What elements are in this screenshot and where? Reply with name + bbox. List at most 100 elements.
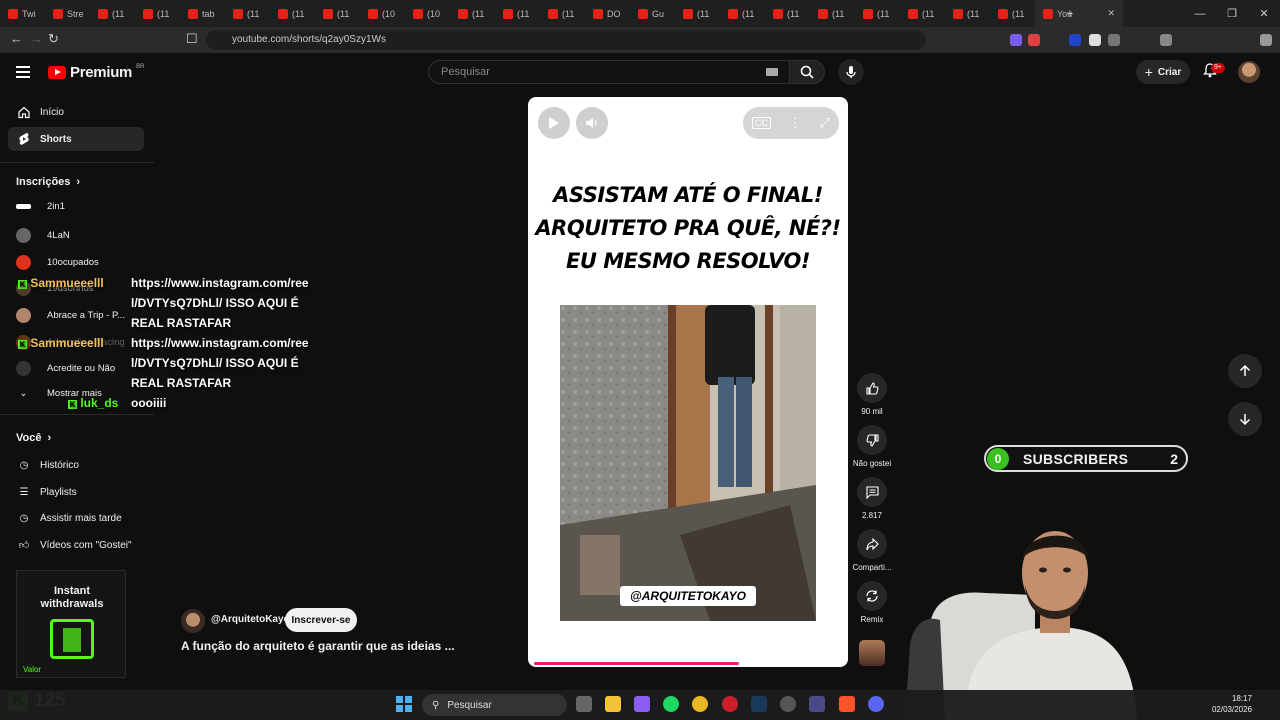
sidebar-channel[interactable]: Abrace a Trip - P... xyxy=(16,308,125,323)
steam-icon[interactable] xyxy=(751,696,767,712)
fullscreen-icon[interactable]: ⤢ xyxy=(820,115,830,131)
forward-icon[interactable]: → xyxy=(30,31,43,46)
browser-tab[interactable]: (11 xyxy=(315,0,360,27)
sound-thumbnail[interactable] xyxy=(859,640,885,666)
sidebar-channel[interactable]: 2in1 xyxy=(16,201,65,212)
sidebar-channel[interactable]: 10ocupados xyxy=(16,255,99,270)
browser-tab[interactable]: (10 xyxy=(360,0,405,27)
browser-menu-icon[interactable] xyxy=(1260,34,1272,46)
close-window-icon[interactable]: ✕ xyxy=(1248,0,1280,27)
account-avatar[interactable] xyxy=(1238,61,1260,83)
browser-tab[interactable]: (11 xyxy=(990,0,1035,27)
minimize-icon[interactable]: — xyxy=(1184,0,1216,27)
next-short-button[interactable] xyxy=(1228,402,1262,436)
browser-tab[interactable]: (10 xyxy=(405,0,450,27)
app-icon[interactable] xyxy=(780,696,796,712)
browser-tab[interactable]: (11 xyxy=(495,0,540,27)
browser-tab[interactable]: Twi xyxy=(0,0,45,27)
like-button[interactable]: 90 mil xyxy=(848,373,896,416)
browser-tab[interactable]: (11 xyxy=(540,0,585,27)
keyboard-icon[interactable] xyxy=(766,68,778,76)
sidebar-item-watch-later[interactable]: ◷ Assistir mais tarde xyxy=(8,506,144,530)
short-description[interactable]: A função do arquiteto é garantir que as … xyxy=(181,639,455,653)
extensions-puzzle-icon[interactable] xyxy=(1108,34,1120,46)
sidebar-item-shorts[interactable]: Shorts xyxy=(8,127,144,151)
close-tab-icon[interactable]: ✕ xyxy=(1107,8,1115,19)
comments-button[interactable]: 2.817 xyxy=(848,477,896,520)
browser-tab[interactable]: tab xyxy=(180,0,225,27)
captions-icon[interactable]: CC xyxy=(751,117,771,129)
extension-icon[interactable] xyxy=(1089,34,1101,46)
windows-taskbar: ⚲ Pesquisar 18:17 02/03/2026 xyxy=(0,690,1280,720)
browser-tab[interactable]: (11 xyxy=(450,0,495,27)
browser-tab[interactable]: (11 xyxy=(855,0,900,27)
share-button[interactable]: Comparti... xyxy=(848,529,896,572)
app-icon[interactable] xyxy=(634,696,650,712)
browser-tab[interactable]: (11 xyxy=(90,0,135,27)
reload-icon[interactable]: ↻ xyxy=(48,31,59,47)
playback-progress-bar[interactable] xyxy=(534,662,740,665)
more-options-icon[interactable]: ⋮ xyxy=(789,115,802,131)
browser-tab[interactable]: DO xyxy=(585,0,630,27)
new-tab-icon[interactable]: + xyxy=(1054,0,1086,27)
address-bar[interactable]: youtube.com/shorts/q2ay0Szy1Ws xyxy=(206,30,926,50)
browser-tab[interactable]: Stre xyxy=(45,0,90,27)
windows-start-icon[interactable] xyxy=(396,696,412,712)
browser-tab[interactable]: (11 xyxy=(675,0,720,27)
taskbar-clock[interactable]: 18:17 02/03/2026 xyxy=(1206,693,1252,715)
youtube-premium-logo[interactable]: Premium BR xyxy=(48,64,144,81)
browser-tab[interactable]: (11 xyxy=(810,0,855,27)
create-button[interactable]: + Criar xyxy=(1136,60,1190,84)
back-icon[interactable]: ← xyxy=(10,31,23,46)
dislike-button[interactable]: Não gostei xyxy=(848,425,896,468)
previous-short-button[interactable] xyxy=(1228,354,1262,388)
sidebar-item-history[interactable]: ◷ Histórico xyxy=(8,453,144,477)
brave-icon[interactable] xyxy=(839,696,855,712)
sidebar-item-home[interactable]: Início xyxy=(8,100,144,124)
file-explorer-icon[interactable] xyxy=(605,696,621,712)
bookmark-icon[interactable]: ☐ xyxy=(186,31,198,47)
discord-icon[interactable] xyxy=(868,696,884,712)
subscribe-button[interactable]: Inscrever-se xyxy=(285,608,357,632)
browser-tab[interactable]: (11 xyxy=(720,0,765,27)
play-icon xyxy=(549,117,559,129)
search-button[interactable] xyxy=(789,60,825,84)
you-heading[interactable]: Você › xyxy=(16,432,51,444)
voice-search-button[interactable] xyxy=(838,59,864,85)
sidebar-item-liked-videos[interactable]: 👍︎ Vídeos com "Gostei" xyxy=(8,533,144,557)
hamburger-menu-icon[interactable] xyxy=(16,66,30,78)
sidebar-channel[interactable]: 4LaN xyxy=(16,228,70,243)
browser-tab[interactable]: (11 xyxy=(225,0,270,27)
tab-favicon-icon xyxy=(908,8,918,19)
tab-favicon-icon xyxy=(278,8,288,19)
taskbar-search[interactable]: ⚲ Pesquisar xyxy=(422,694,567,716)
extension-icon[interactable] xyxy=(1010,34,1022,46)
channel-name[interactable]: @ArquitetoKayo xyxy=(211,614,290,625)
spotify-icon[interactable] xyxy=(663,696,679,712)
browser-tab[interactable]: (11 xyxy=(945,0,990,27)
sidebar-channel[interactable]: Acredite ou Não xyxy=(16,361,115,376)
browser-tab[interactable]: (11 xyxy=(135,0,180,27)
play-button[interactable] xyxy=(538,107,570,139)
browser-tab[interactable]: (11 xyxy=(765,0,810,27)
extension-icon[interactable] xyxy=(1069,34,1081,46)
sidebar-item-playlists[interactable]: ☰ Playlists xyxy=(8,480,144,504)
tab-favicon-icon xyxy=(8,8,18,19)
browser-tab[interactable]: Gu xyxy=(630,0,675,27)
browser-tab[interactable]: (11 xyxy=(900,0,945,27)
search-input[interactable]: Pesquisar xyxy=(428,60,790,84)
sidebar-divider xyxy=(0,414,154,415)
chrome-icon[interactable] xyxy=(692,696,708,712)
maximize-icon[interactable]: ❐ xyxy=(1216,0,1248,27)
media-icon[interactable] xyxy=(1160,34,1172,46)
browser-tab[interactable]: (11 xyxy=(270,0,315,27)
remix-button[interactable]: Remix xyxy=(848,581,896,624)
opera-icon[interactable] xyxy=(722,696,738,712)
extension-icon[interactable] xyxy=(1028,34,1040,46)
app-icon[interactable] xyxy=(809,696,825,712)
channel-avatar[interactable] xyxy=(181,609,205,633)
subscriptions-heading[interactable]: Inscrições › xyxy=(16,176,80,188)
volume-button[interactable] xyxy=(576,107,608,139)
shorts-player[interactable]: CC ⋮ ⤢ ASSISTAM ATÉ O FINAL! ARQUITETO P… xyxy=(528,97,848,667)
task-view-icon[interactable] xyxy=(576,696,592,712)
